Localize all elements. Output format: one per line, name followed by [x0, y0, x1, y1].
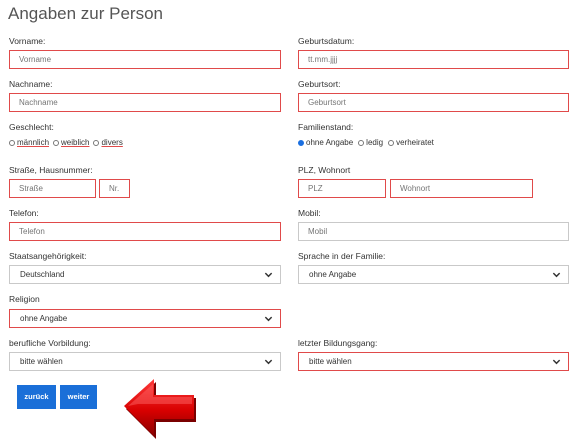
mobil-input[interactable]: [298, 222, 569, 241]
chevron-down-icon: [264, 316, 273, 322]
staat-label: Staatsangehörigkeit:: [9, 251, 87, 261]
familienstand-radio-group: ohne Angabe ledig verheiratet: [298, 138, 439, 147]
geschlecht-radio-group: männlich weiblich divers: [9, 138, 127, 147]
mobil-label: Mobil:: [298, 208, 321, 218]
vorname-label: Vorname:: [9, 36, 46, 46]
bildungsgang-label: letzter Bildungsgang:: [298, 338, 378, 348]
radio-weiblich[interactable]: [53, 139, 60, 146]
chevron-down-icon: [264, 359, 273, 365]
geburtsort-label: Geburtsort:: [298, 79, 341, 89]
geschlecht-label: Geschlecht:: [9, 122, 54, 132]
religion-select[interactable]: ohne Angabe: [9, 309, 281, 328]
staat-select[interactable]: Deutschland: [9, 265, 281, 284]
religion-label: Religion: [9, 294, 40, 304]
vorbildung-label: berufliche Vorbildung:: [9, 338, 91, 348]
vorname-input[interactable]: [9, 50, 281, 69]
radio-ledig[interactable]: [358, 139, 365, 146]
red-arrow-left-icon: [124, 379, 196, 439]
radio-maennlich-label[interactable]: männlich: [17, 138, 49, 147]
familienstand-label: Familienstand:: [298, 122, 354, 132]
radio-ledig-label[interactable]: ledig: [366, 138, 383, 147]
nachname-input[interactable]: [9, 93, 281, 112]
page-title: Angaben zur Person: [8, 4, 163, 23]
sprache-label: Sprache in der Familie:: [298, 251, 386, 261]
radio-ohne-angabe[interactable]: [298, 139, 304, 146]
radio-verheiratet[interactable]: [388, 139, 395, 146]
bildungsgang-select[interactable]: bitte wählen: [298, 352, 569, 371]
strasse-input[interactable]: [9, 179, 96, 198]
wohnort-input[interactable]: [390, 179, 533, 198]
bildungsgang-select-value: bitte wählen: [309, 357, 352, 366]
geburtsdatum-label: Geburtsdatum:: [298, 36, 355, 46]
staat-select-value: Deutschland: [20, 270, 65, 279]
geburtsort-input[interactable]: [298, 93, 569, 112]
radio-verheiratet-label[interactable]: verheiratet: [396, 138, 434, 147]
chevron-down-icon: [552, 272, 561, 278]
religion-select-value: ohne Angabe: [20, 314, 68, 323]
radio-weiblich-label[interactable]: weiblich: [61, 138, 89, 147]
next-button[interactable]: weiter: [60, 385, 97, 409]
radio-divers-label[interactable]: divers: [101, 138, 122, 147]
telefon-input[interactable]: [9, 222, 281, 241]
chevron-down-icon: [552, 359, 561, 365]
hausnummer-input[interactable]: [99, 179, 130, 198]
nachname-label: Nachname:: [9, 79, 53, 89]
radio-ohne-angabe-label[interactable]: ohne Angabe: [306, 138, 353, 147]
vorbildung-select[interactable]: bitte wählen: [9, 352, 281, 371]
radio-maennlich[interactable]: [9, 139, 15, 146]
geburtsdatum-input[interactable]: [298, 50, 569, 69]
radio-divers[interactable]: [93, 139, 100, 146]
sprache-select-value: ohne Angabe: [309, 270, 357, 279]
vorbildung-select-value: bitte wählen: [20, 357, 63, 366]
plz-input[interactable]: [298, 179, 386, 198]
chevron-down-icon: [264, 272, 273, 278]
sprache-select[interactable]: ohne Angabe: [298, 265, 569, 284]
back-button[interactable]: zurück: [17, 385, 56, 409]
strasse-label: Straße, Hausnummer:: [9, 165, 93, 175]
telefon-label: Telefon:: [9, 208, 39, 218]
plz-label: PLZ, Wohnort: [298, 165, 351, 175]
